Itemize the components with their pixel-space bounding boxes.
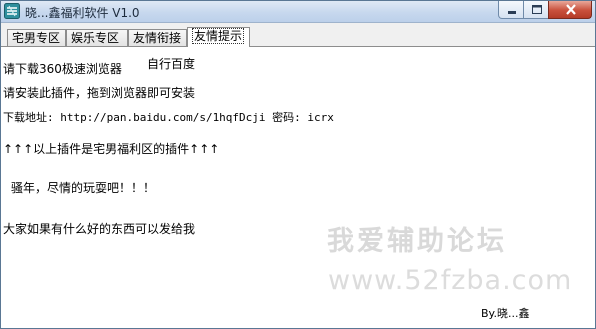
app-icon[interactable] [4,3,20,19]
title-bar[interactable]: 晓...鑫福利软件 V1.0 [1,1,595,23]
tab-content-panel: 请下载360极速浏览器 自行百度 请安装此插件，拖到浏览器即可安装 下载地址: … [1,46,595,328]
watermark-title: 我爱辅助论坛 [327,226,507,257]
tab-label: 友情衔接 [133,31,182,45]
search-yourself-note: 自行百度 [147,57,196,71]
tab-otaku-zone[interactable]: 宅男专区 [7,29,66,46]
plugin-note: ↑↑↑以上插件是宅男福利区的插件↑↑↑ [3,142,220,156]
watermark-url: www.52fzba.com [328,265,573,296]
tab-label: 宅男专区 [12,31,61,45]
maximize-icon [532,5,542,14]
instruction-install-plugin: 请安装此插件，拖到浏览器即可安装 [3,86,196,100]
close-icon [566,4,576,15]
tab-friendly-tips[interactable]: 友情提示 [187,27,250,47]
maximize-button[interactable] [523,1,549,19]
minimize-button[interactable] [498,1,524,19]
minimize-icon [508,11,516,14]
close-button[interactable] [548,1,592,19]
enjoy-message: 骚年，尽情的玩耍吧！！！ [11,181,156,195]
window-title: 晓...鑫福利软件 V1.0 [25,6,140,20]
tab-friend-links[interactable]: 友情衔接 [128,29,187,46]
author-byline: By.晓...鑫 [481,307,530,320]
instruction-download-browser: 请下载360极速浏览器 [3,62,122,76]
tab-label: 娱乐专区 [71,31,120,45]
app-window: 晓...鑫福利软件 V1.0 宅男专区 娱乐专区 友情衔接 友情提示 请下载36… [0,0,596,329]
download-address[interactable]: 下载地址: http://pan.baidu.com/s/1hqfDcji 密码… [3,109,334,125]
contact-note: 大家如果有什么好的东西可以发给我 [3,222,196,236]
tab-entertainment-zone[interactable]: 娱乐专区 [66,29,128,46]
tab-label: 友情提示 [192,28,245,44]
